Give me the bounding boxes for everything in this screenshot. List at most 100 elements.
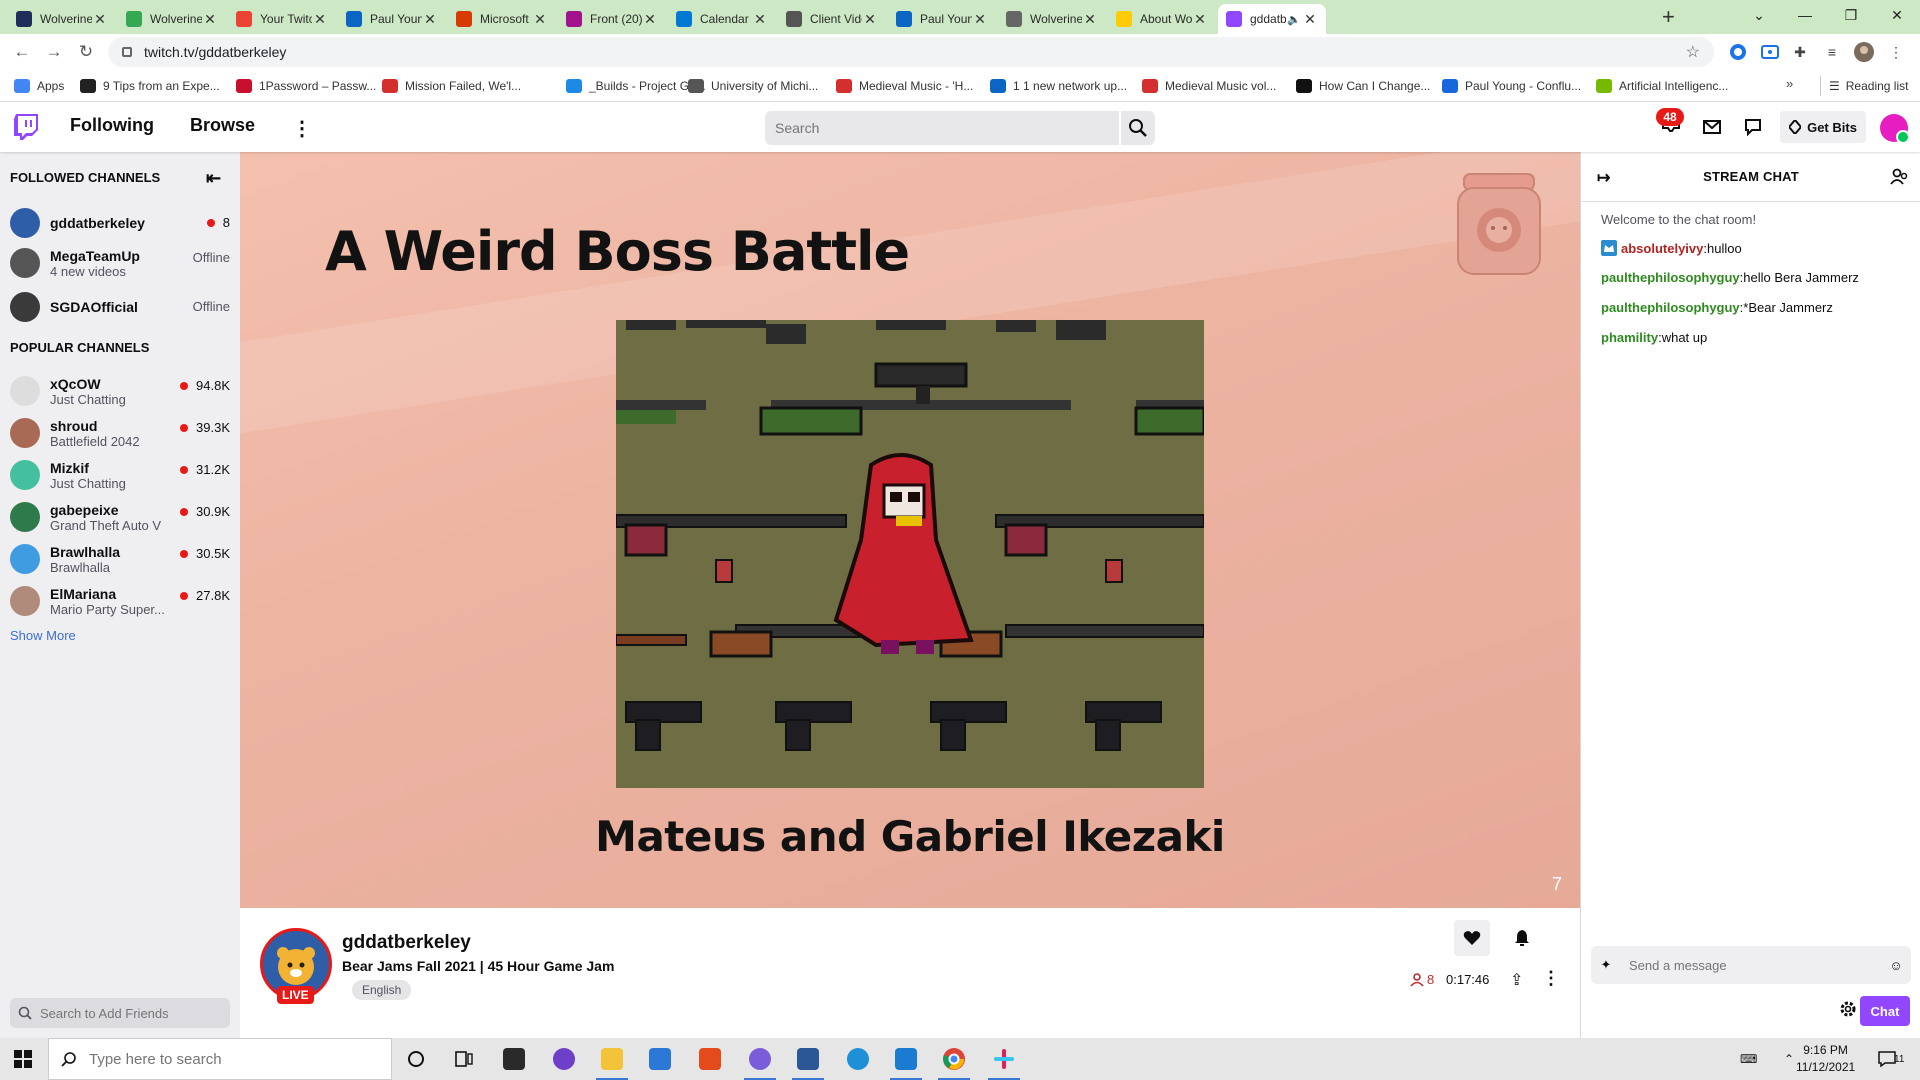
- reload-icon[interactable]: ↻: [74, 40, 98, 64]
- browser-tab[interactable]: Paul Young | L✕: [888, 4, 996, 34]
- tab-close-icon[interactable]: ✕: [422, 11, 438, 28]
- search-input[interactable]: [765, 111, 1119, 145]
- add-friends-input[interactable]: [40, 1005, 220, 1021]
- language-tag[interactable]: English: [352, 980, 412, 1000]
- chrome-app-icon[interactable]: [930, 1038, 978, 1080]
- github-app-icon[interactable]: [540, 1038, 588, 1080]
- bookmark-item[interactable]: University of Michi...: [688, 76, 818, 96]
- bookmark-item[interactable]: Mission Failed, We'l...: [382, 76, 521, 96]
- maximize-button[interactable]: ❐: [1828, 0, 1874, 30]
- notifications-bell-button[interactable]: [1504, 920, 1540, 956]
- task-view-icon[interactable]: [440, 1038, 488, 1080]
- file-explorer-icon[interactable]: [588, 1038, 636, 1080]
- more-bookmarks-button[interactable]: »: [1786, 76, 1793, 91]
- tab-close-icon[interactable]: ✕: [1302, 11, 1318, 28]
- bits-sparkle-icon[interactable]: ✦: [1591, 957, 1621, 973]
- profile-avatar[interactable]: [1854, 42, 1874, 62]
- share-icon[interactable]: ⇪: [1510, 970, 1523, 990]
- browser-tab[interactable]: Client Videos✕: [778, 4, 886, 34]
- browser-tab[interactable]: WolverineSof✕: [118, 4, 226, 34]
- new-tab-button[interactable]: +: [1662, 4, 1675, 30]
- popular-channel-item[interactable]: shroud Battlefield 2042 39.3K: [0, 412, 240, 454]
- bookmark-item[interactable]: Paul Young - Conflu...: [1442, 76, 1581, 96]
- browser-tab[interactable]: gddatbe🔈✕: [1218, 4, 1326, 34]
- get-bits-button[interactable]: Get Bits: [1780, 111, 1866, 143]
- bookmark-item[interactable]: 1 1 new network up...: [990, 76, 1127, 96]
- tab-close-icon[interactable]: ✕: [1192, 11, 1208, 28]
- notification-center-icon[interactable]: 11: [1878, 1038, 1904, 1080]
- bookmark-item[interactable]: Medieval Music - 'H...: [836, 76, 973, 96]
- bookmark-item[interactable]: How Can I Change...: [1296, 76, 1430, 96]
- windows-start-icon[interactable]: [14, 1050, 32, 1068]
- community-users-icon[interactable]: [1890, 168, 1908, 189]
- discord-app-icon[interactable]: [736, 1038, 784, 1080]
- collapse-chat-icon[interactable]: ↦: [1597, 168, 1610, 188]
- chat-username[interactable]: paulthephilosophyguy: [1601, 270, 1740, 285]
- whispers-mail-icon[interactable]: [1701, 116, 1723, 138]
- tab-close-icon[interactable]: ✕: [972, 11, 988, 28]
- show-more-link[interactable]: Show More: [10, 628, 76, 643]
- close-window-button[interactable]: ✕: [1874, 0, 1920, 30]
- vscode-app-icon[interactable]: [882, 1038, 930, 1080]
- taskbar-clock[interactable]: 9:16 PM 11/12/2021: [1796, 1042, 1855, 1076]
- bookmark-item[interactable]: Artificial Intelligenc...: [1596, 76, 1728, 96]
- more-actions-icon[interactable]: ⋮: [1542, 968, 1560, 989]
- tab-close-icon[interactable]: ✕: [752, 11, 768, 28]
- reading-list-button[interactable]: ☰ Reading list: [1820, 76, 1908, 96]
- slack-app-icon[interactable]: [980, 1038, 1028, 1080]
- apps-shortcut[interactable]: Apps: [14, 76, 64, 96]
- popular-channel-item[interactable]: Brawlhalla Brawlhalla 30.5K: [0, 538, 240, 580]
- minimize-button[interactable]: —: [1782, 0, 1828, 30]
- tab-close-icon[interactable]: ✕: [92, 11, 108, 28]
- browser-tab[interactable]: Your Twitch L✕: [228, 4, 336, 34]
- channel-name[interactable]: gddatberkeley: [342, 932, 471, 954]
- search-button[interactable]: [1119, 111, 1155, 145]
- office-app-icon[interactable]: [686, 1038, 734, 1080]
- followed-channel-item[interactable]: gddatberkeley 8: [0, 202, 240, 244]
- followed-channel-item[interactable]: SGDAOfficial Offline: [0, 286, 240, 328]
- popular-channel-item[interactable]: gabepeixe Grand Theft Auto V 30.9K: [0, 496, 240, 538]
- keyboard-tray-icon[interactable]: ⌨: [1740, 1038, 1757, 1080]
- tab-close-icon[interactable]: ✕: [862, 11, 878, 28]
- tab-audio-icon[interactable]: 🔈: [1286, 13, 1302, 26]
- browser-tab[interactable]: Front (20) ✕: [558, 4, 666, 34]
- forward-icon[interactable]: →: [42, 40, 66, 64]
- tab-close-icon[interactable]: ✕: [532, 11, 548, 28]
- chat-message-input[interactable]: [1629, 957, 1881, 973]
- browser-tab[interactable]: Paul Young | L✕: [338, 4, 446, 34]
- word-app-icon[interactable]: [784, 1038, 832, 1080]
- extension-1password-icon[interactable]: [1728, 42, 1748, 62]
- tab-close-icon[interactable]: ✕: [642, 11, 658, 28]
- browser-tab[interactable]: Calendar - Pa✕: [668, 4, 776, 34]
- browser-tab[interactable]: Wolverine Ac✕: [8, 4, 116, 34]
- chat-username[interactable]: absolutelyivy: [1621, 241, 1703, 256]
- address-bar[interactable]: twitch.tv/gddatberkeley ☆: [108, 37, 1714, 67]
- following-link[interactable]: Following: [70, 115, 154, 136]
- popular-channel-item[interactable]: ElMariana Mario Party Super... 27.8K: [0, 580, 240, 622]
- back-icon[interactable]: ←: [10, 40, 34, 64]
- tab-close-icon[interactable]: ✕: [202, 11, 218, 28]
- browser-tab[interactable]: About Wolve✕: [1108, 4, 1216, 34]
- chat-bubble-icon[interactable]: [1742, 116, 1764, 138]
- tab-search-icon[interactable]: ⌄: [1736, 0, 1782, 30]
- prime-crown-badge-icon[interactable]: [1601, 240, 1617, 256]
- chat-settings-gear-icon[interactable]: [1839, 1000, 1857, 1021]
- taskbar-search-input[interactable]: [89, 1050, 369, 1068]
- bookmark-item[interactable]: 9 Tips from an Expe...: [80, 76, 220, 96]
- extensions-puzzle-icon[interactable]: ✚: [1790, 42, 1810, 62]
- followed-channel-item[interactable]: MegaTeamUp 4 new videos Offline: [0, 242, 240, 284]
- store-app-icon[interactable]: [490, 1038, 538, 1080]
- extension-screen-icon[interactable]: [1760, 42, 1780, 62]
- show-hidden-icons-icon[interactable]: ⌃: [1784, 1038, 1794, 1080]
- popular-channel-item[interactable]: xQcOW Just Chatting 94.8K: [0, 370, 240, 412]
- bookmark-star-icon[interactable]: ☆: [1686, 42, 1700, 62]
- chrome-menu-icon[interactable]: ⋮: [1886, 42, 1906, 62]
- more-options-icon[interactable]: ⋮: [292, 116, 312, 141]
- browser-tab[interactable]: Microsoft Off✕: [448, 4, 556, 34]
- chat-send-button[interactable]: Chat: [1860, 996, 1910, 1026]
- cortana-icon[interactable]: [392, 1038, 440, 1080]
- bookmark-item[interactable]: 1Password – Passw...: [236, 76, 376, 96]
- video-player[interactable]: A Weird Boss Battle Mateus and Gabriel I…: [240, 152, 1580, 908]
- follow-heart-button[interactable]: [1454, 920, 1490, 956]
- user-avatar[interactable]: [1880, 114, 1910, 144]
